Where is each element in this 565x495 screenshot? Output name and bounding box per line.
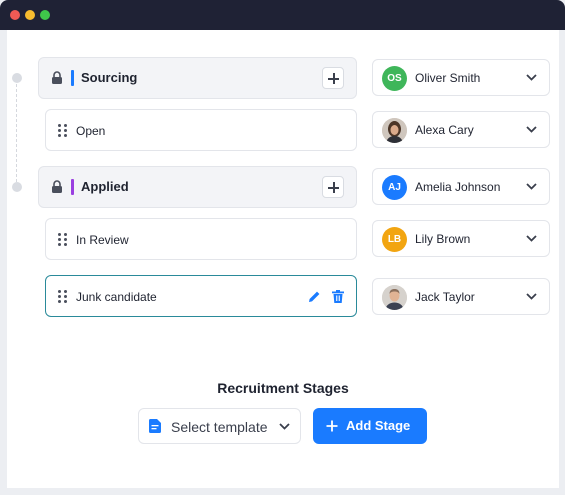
chevron-down-icon bbox=[526, 74, 537, 81]
assignee-select-in-review[interactable]: LB Lily Brown bbox=[372, 220, 550, 257]
stage-color-bar bbox=[71, 179, 74, 195]
assignee-select-open[interactable]: Alexa Cary bbox=[372, 111, 550, 148]
app-window: Sourcing OS Oliver Smith Open Alexa Cary… bbox=[0, 0, 565, 495]
substage-label: Junk candidate bbox=[76, 290, 157, 304]
timeline-dot-sourcing bbox=[12, 73, 22, 83]
chevron-down-icon bbox=[526, 183, 537, 190]
trash-icon[interactable] bbox=[332, 290, 344, 303]
timeline-connector bbox=[16, 79, 17, 187]
stage-sourcing[interactable]: Sourcing bbox=[38, 57, 357, 99]
assignee-select-applied[interactable]: AJ Amelia Johnson bbox=[372, 168, 550, 205]
plus-icon bbox=[326, 420, 338, 432]
window-titlebar bbox=[0, 0, 565, 30]
maximize-window-button[interactable] bbox=[40, 10, 50, 20]
chevron-down-icon bbox=[526, 126, 537, 133]
stage-color-bar bbox=[71, 70, 74, 86]
pencil-icon[interactable] bbox=[308, 290, 321, 303]
assignee-select-junk-candidate[interactable]: Jack Taylor bbox=[372, 278, 550, 315]
substage-label: In Review bbox=[76, 233, 129, 247]
lock-icon bbox=[52, 180, 62, 193]
add-stage-button[interactable]: Add Stage bbox=[313, 408, 427, 444]
assignee-name: Alexa Cary bbox=[415, 123, 474, 137]
add-stage-label: Add Stage bbox=[346, 418, 411, 433]
close-window-button[interactable] bbox=[10, 10, 20, 20]
add-substage-button[interactable] bbox=[322, 67, 344, 89]
assignee-name: Amelia Johnson bbox=[415, 180, 501, 194]
stage-label: Sourcing bbox=[81, 70, 138, 85]
avatar: OS bbox=[382, 66, 407, 91]
substage-label: Open bbox=[76, 124, 106, 138]
avatar bbox=[382, 118, 407, 143]
stages-panel: Sourcing OS Oliver Smith Open Alexa Cary… bbox=[7, 30, 559, 488]
drag-handle-icon[interactable] bbox=[58, 233, 68, 247]
document-icon bbox=[149, 419, 161, 433]
avatar: AJ bbox=[382, 175, 407, 200]
substage-open[interactable]: Open bbox=[45, 109, 357, 151]
lock-icon bbox=[52, 71, 62, 84]
substage-in-review[interactable]: In Review bbox=[45, 218, 357, 260]
drag-handle-icon[interactable] bbox=[58, 290, 68, 304]
template-select-label: Select template bbox=[171, 419, 268, 435]
avatar bbox=[382, 285, 407, 310]
assignee-select-sourcing[interactable]: OS Oliver Smith bbox=[372, 59, 550, 96]
template-select[interactable]: Select template bbox=[138, 408, 301, 444]
avatar: LB bbox=[382, 227, 407, 252]
timeline-dot-applied bbox=[12, 182, 22, 192]
section-title: Recruitment Stages bbox=[217, 380, 349, 396]
chevron-down-icon bbox=[526, 235, 537, 242]
assignee-name: Lily Brown bbox=[415, 232, 471, 246]
substage-junk-candidate[interactable]: Junk candidate bbox=[45, 275, 357, 317]
minimize-window-button[interactable] bbox=[25, 10, 35, 20]
assignee-name: Oliver Smith bbox=[415, 71, 481, 85]
chevron-down-icon bbox=[526, 293, 537, 300]
add-substage-button[interactable] bbox=[322, 176, 344, 198]
stage-applied[interactable]: Applied bbox=[38, 166, 357, 208]
chevron-down-icon bbox=[279, 423, 290, 430]
stage-label: Applied bbox=[81, 179, 129, 194]
assignee-name: Jack Taylor bbox=[415, 290, 475, 304]
drag-handle-icon[interactable] bbox=[58, 124, 68, 138]
